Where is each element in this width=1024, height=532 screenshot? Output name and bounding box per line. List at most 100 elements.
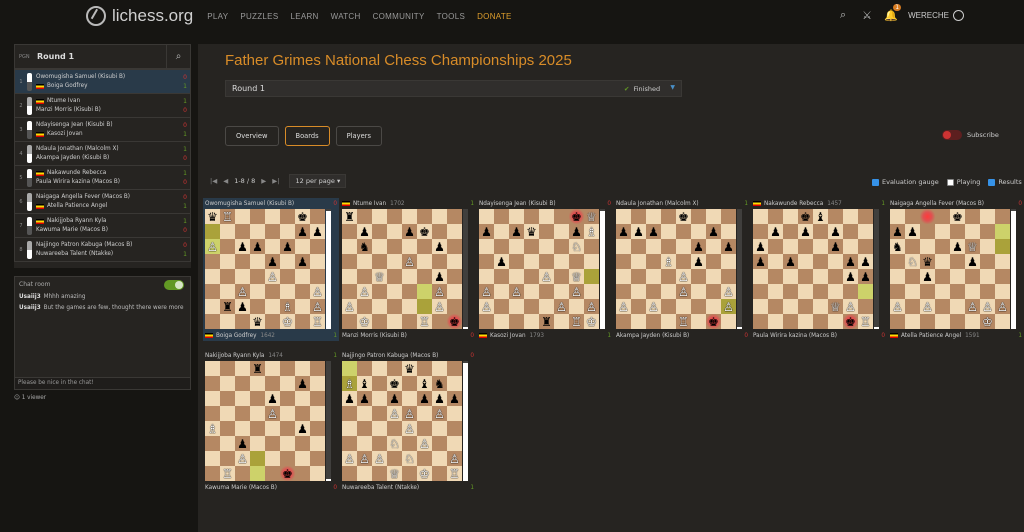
round-title[interactable]: Round 1 (37, 52, 166, 61)
square (417, 269, 432, 284)
subscribe-control[interactable]: Subscribe (942, 130, 999, 140)
player-name[interactable]: Najjingo Patron Kabuga (Macos B) (342, 353, 438, 359)
black-player: Boiga Godfrey (36, 82, 180, 91)
chess-piece: ♞ (434, 376, 445, 391)
game-row[interactable]: 3 Ndayisenga Jean (Kisubi B) Kasozi Jovan 0… (15, 117, 190, 141)
chess-board[interactable]: ♚ ♟ ♟ ♟ ♟ ♟ ♟ ♗ ♟ ♙ ♙ ♙ ♙ ♙ ♙ ♖ ♚ (614, 209, 750, 330)
nav-play[interactable]: PLAY (207, 12, 228, 21)
game-result: 01 (180, 241, 190, 259)
player-name[interactable]: Nuwareeba Talent (Ntakke) (342, 485, 419, 491)
game-eval-bar (27, 216, 32, 235)
player-name[interactable]: Naigaga Angella Fever (Macos B) (890, 201, 984, 207)
next-page-icon[interactable]: ▶ (261, 177, 266, 185)
tab-overview[interactable]: Overview (225, 126, 279, 146)
chess-board[interactable]: ♛ ♖ ♚ ♟ ♟ ♙ ♟ ♟ ♟ ♟ ♟ ♙ ♙ ♙ ♜ ♟ ♗ ♙ ♛ ♔ ♖ (203, 209, 339, 330)
nav-watch[interactable]: WATCH (331, 12, 361, 21)
player-name[interactable]: Ntume Ivan (353, 201, 386, 207)
board-card[interactable]: Ndayisenga Jean (Kisubi B) 0 ♚ ♕ ♟ ♟ ♛ ♟ ♗ ♘ ♟ ♙ ♕ ♙ ♙… (477, 198, 613, 341)
square: ♙ (310, 299, 325, 314)
board-card[interactable]: Owomugisha Samuel (Kisubi B) 0 ♛ ♖ ♚ ♟ ♟ ♙ ♟ ♟ ♟ ♟ ♟… (203, 198, 339, 341)
square: ♟ (250, 239, 265, 254)
first-page-icon[interactable]: |◀ (210, 177, 217, 185)
option-playing[interactable]: Playing (946, 178, 980, 186)
board-card[interactable]: Ndaula Jonathan (Malcolm X) 1 ♚ ♟ ♟ ♟ ♟ ♟ ♟ ♗ ♟ ♙ ♙ ♙… (614, 198, 750, 341)
checkbox[interactable] (946, 178, 954, 186)
chess-piece: ♙ (344, 299, 355, 314)
game-row[interactable]: 2 Ntume Ivan Manzi Morris (Kisubi B) 1 0 (15, 93, 190, 117)
square (265, 436, 280, 451)
tab-players[interactable]: Players (335, 126, 382, 146)
nav-donate[interactable]: DONATE (477, 12, 512, 21)
last-page-icon[interactable]: ▶| (272, 177, 279, 185)
per-page-select[interactable]: 12 per page ▾ (289, 174, 347, 188)
chess-board[interactable]: ♚ ♝ ♟ ♟ ♟ ♟ ♟ ♟ ♟ ♟ ♟ ♟ ♟ ♕ ♙ ♚ ♖ (751, 209, 887, 330)
checkbox[interactable] (872, 178, 879, 186)
player-name[interactable]: Manzi Morris (Kisubi B) (342, 333, 407, 339)
game-row[interactable]: 7 Nakijjoba Ryann Kyla Kawuma Marie (Macos… (15, 213, 190, 237)
option-results[interactable]: Results (988, 178, 1022, 186)
board-card[interactable]: Ntume Ivan 1702 1 ♜ ♟ ♟ ♚ ♞ ♟ ♙ ♕ ♟ ♙ ♙ ♙ ♙ ♔ ♖ ♚ Manzi Mor… (340, 198, 476, 341)
subscribe-toggle[interactable] (942, 130, 962, 140)
nav-learn[interactable]: LEARN (290, 12, 318, 21)
chess-piece: ♖ (678, 314, 689, 329)
player-name[interactable]: Kawuma Marie (Macos B) (205, 485, 277, 491)
search-games-icon[interactable]: ⌕ (166, 44, 190, 69)
square (220, 391, 235, 406)
chat-user[interactable]: Usaiij3 (19, 294, 41, 300)
game-row[interactable]: 1 Owomugisha Samuel (Kisubi B) Boiga Godfr… (15, 69, 190, 93)
game-row[interactable]: 4 Ndaula Jonathan (Malcolm X) Akampa Jayde… (15, 141, 190, 165)
chess-board[interactable]: ♛ ♗ ♝ ♚ ♝ ♞ ♟ ♟ ♟ ♟ ♟ ♟ ♙ ♙ ♙ ♙ ♘ ♙ ♙ ♙ ♙ ♘ ♙ ♕ ♔ ♖ (340, 361, 476, 482)
square (920, 209, 935, 224)
board-card[interactable]: Nakijjoba Ryann Kyla 1474 1 ♜ ♟ ♟ ♙ ♗ ♟ ♟ ♙ ♖ ♚ Kawum… (203, 350, 339, 493)
game-row[interactable]: 5 Nakawunde Rebecca Paula Wirira kazina (M… (15, 165, 190, 189)
player-name[interactable]: Owomugisha Samuel (Kisubi B) (205, 201, 294, 207)
chess-board[interactable]: ♚ ♕ ♟ ♟ ♛ ♟ ♗ ♘ ♟ ♙ ♕ ♙ ♙ ♙ ♙ ♙ ♙ ♜ ♖ ♔ (477, 209, 613, 330)
game-row[interactable]: 6 Naigaga Angella Fever (Macos B) Atella P… (15, 189, 190, 213)
player-name[interactable]: Nakawunde Rebecca (764, 201, 823, 207)
site-logo[interactable]: lichess.org (86, 6, 193, 26)
square (905, 239, 920, 254)
player-result: 0 (744, 332, 748, 339)
square: ♘ (402, 451, 417, 466)
chat-input[interactable]: Please be nice in the chat! (15, 377, 190, 389)
previous-page-icon[interactable]: ◀ (223, 177, 228, 185)
pgn-label[interactable]: PGN (19, 54, 37, 60)
tab-boards[interactable]: Boards (284, 126, 330, 146)
player-name[interactable]: Paula Wirira kazina (Macos B) (753, 333, 837, 339)
player-name[interactable]: Boiga Godfrey (216, 333, 256, 339)
player-result: 0 (333, 484, 337, 491)
user-menu[interactable]: WERECHE (908, 9, 964, 21)
challenges-icon[interactable]: ⚔ (860, 8, 874, 22)
square (768, 209, 783, 224)
board-card[interactable]: Naigaga Angella Fever (Macos B) 0 ♚ ♟ ♟ ♞ ♟ ♕ ♘ ♛… (888, 198, 1024, 341)
player-name[interactable]: Kasozi Jovan (490, 333, 526, 339)
chess-board[interactable]: ♚ ♟ ♟ ♞ ♟ ♕ ♘ ♛ ♟ ♟ ♙ ♙ ♙ ♙ ♙ ♔ (888, 209, 1024, 330)
checkbox[interactable] (988, 178, 996, 186)
round-selector[interactable]: Round 1 Finished ▼ (225, 80, 682, 97)
chat-user[interactable]: Usaiij3 (19, 305, 41, 311)
chess-board[interactable]: ♜ ♟ ♟ ♙ ♗ ♟ ♟ ♙ ♖ ♚ (203, 361, 339, 482)
square (265, 376, 280, 391)
player-name[interactable]: Ndayisenga Jean (Kisubi B) (479, 201, 556, 207)
square (357, 269, 372, 284)
nav-community[interactable]: COMMUNITY (373, 12, 425, 21)
player-name[interactable]: Akampa Jayden (Kisubi B) (616, 333, 689, 339)
board-card[interactable]: Nakawunde Rebecca 1457 1 ♚ ♝ ♟ ♟ ♟ ♟ ♟ ♟ ♟ ♟ ♟ ♟ ♟ ♕ ♙ ♚ ♖ P… (751, 198, 887, 341)
game-row[interactable]: 8 Najjingo Patron Kabuga (Macos B) Nuwaree… (15, 237, 190, 261)
board-card[interactable]: Najjingo Patron Kabuga (Macos B) 0 ♛ ♗ ♝ ♚ ♝ ♞ ♟… (340, 350, 476, 493)
chat-toggle[interactable] (164, 280, 184, 290)
chess-piece: ♟ (297, 224, 308, 239)
chess-board[interactable]: ♜ ♟ ♟ ♚ ♞ ♟ ♙ ♕ ♟ ♙ ♙ ♙ ♙ ♔ ♖ ♚ (340, 209, 476, 330)
chess-piece: ♛ (207, 209, 218, 224)
player-name[interactable]: Atella Patience Angel (901, 333, 961, 339)
nav-puzzles[interactable]: PUZZLES (240, 12, 278, 21)
search-icon[interactable]: ⌕ (836, 8, 850, 22)
player-name[interactable]: Nakijjoba Ryann Kyla (205, 353, 264, 359)
option-evaluation-gauge[interactable]: Evaluation gauge (872, 178, 939, 186)
square (447, 254, 462, 269)
square (265, 421, 280, 436)
nav-tools[interactable]: TOOLS (437, 12, 465, 21)
broadcast-title: Father Grimes National Chess Championshi… (225, 52, 572, 69)
notifications-bell-icon[interactable]: 🔔 1 (884, 4, 902, 22)
player-name[interactable]: Ndaula Jonathan (Malcolm X) (616, 201, 699, 207)
